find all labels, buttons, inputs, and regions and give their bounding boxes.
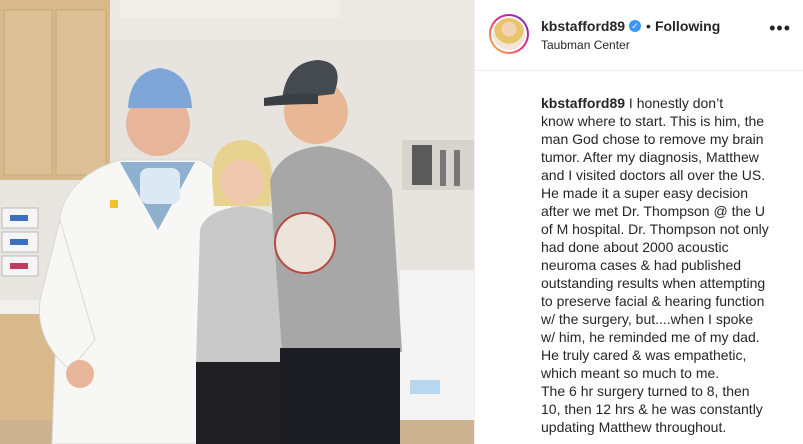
caption-line: of M hospital. Dr. Thompson not only: [541, 221, 769, 237]
post-details-panel: kbstafford89 ✓ • Following Taubman Cente…: [474, 0, 803, 444]
caption-line: outstanding results when attempting: [541, 275, 766, 291]
caption-line: and I visited doctors all over the US.: [541, 167, 766, 183]
separator-dot: •: [646, 18, 651, 34]
post-caption: kbstafford89 I honestly don’t know where…: [541, 94, 797, 436]
caption-line: w/ the surgery, but....when I spoke: [541, 311, 754, 327]
caption-line: to preserve facial & hearing function: [541, 293, 765, 309]
user-line: kbstafford89 ✓ • Following: [541, 18, 720, 34]
location-link[interactable]: Taubman Center: [541, 38, 630, 52]
avatar[interactable]: [489, 14, 529, 54]
caption-line: The 6 hr surgery turned to 8, then: [541, 383, 750, 399]
post-photo[interactable]: [0, 0, 474, 444]
caption-username-link[interactable]: kbstafford89: [541, 95, 625, 111]
verified-icon: ✓: [629, 20, 642, 32]
caption-line: He truly cared & was empathetic,: [541, 347, 747, 363]
caption-line: know where to start. This is him, the: [541, 113, 765, 129]
username-link[interactable]: kbstafford89: [541, 18, 625, 34]
post-header: kbstafford89 ✓ • Following Taubman Cente…: [475, 0, 803, 71]
caption-line: I honestly don’t: [628, 95, 724, 111]
avatar-ring: [491, 16, 527, 52]
caption-line: had done about 2000 acoustic: [541, 239, 729, 255]
caption-line: 10, then 12 hrs & he was constantly: [541, 401, 763, 417]
photo-illustration: [0, 0, 474, 444]
caption-line: He made it a super easy decision: [541, 185, 748, 201]
caption-line: w/ him, he reminded me of my dad.: [541, 329, 760, 345]
more-options-icon[interactable]: •••: [769, 19, 791, 37]
caption-line: updating Matthew throughout.: [541, 419, 727, 435]
caption-line: which meant so much to me.: [541, 365, 720, 381]
caption-line: tumor. After my diagnosis, Matthew: [541, 149, 759, 165]
following-button[interactable]: Following: [655, 18, 720, 34]
avatar-image: [493, 18, 525, 50]
caption-line: after we met Dr. Thompson @ the U: [541, 203, 766, 219]
caption-line: neuroma cases & had published: [541, 257, 742, 273]
caption-line: man God chose to remove my brain: [541, 131, 764, 147]
